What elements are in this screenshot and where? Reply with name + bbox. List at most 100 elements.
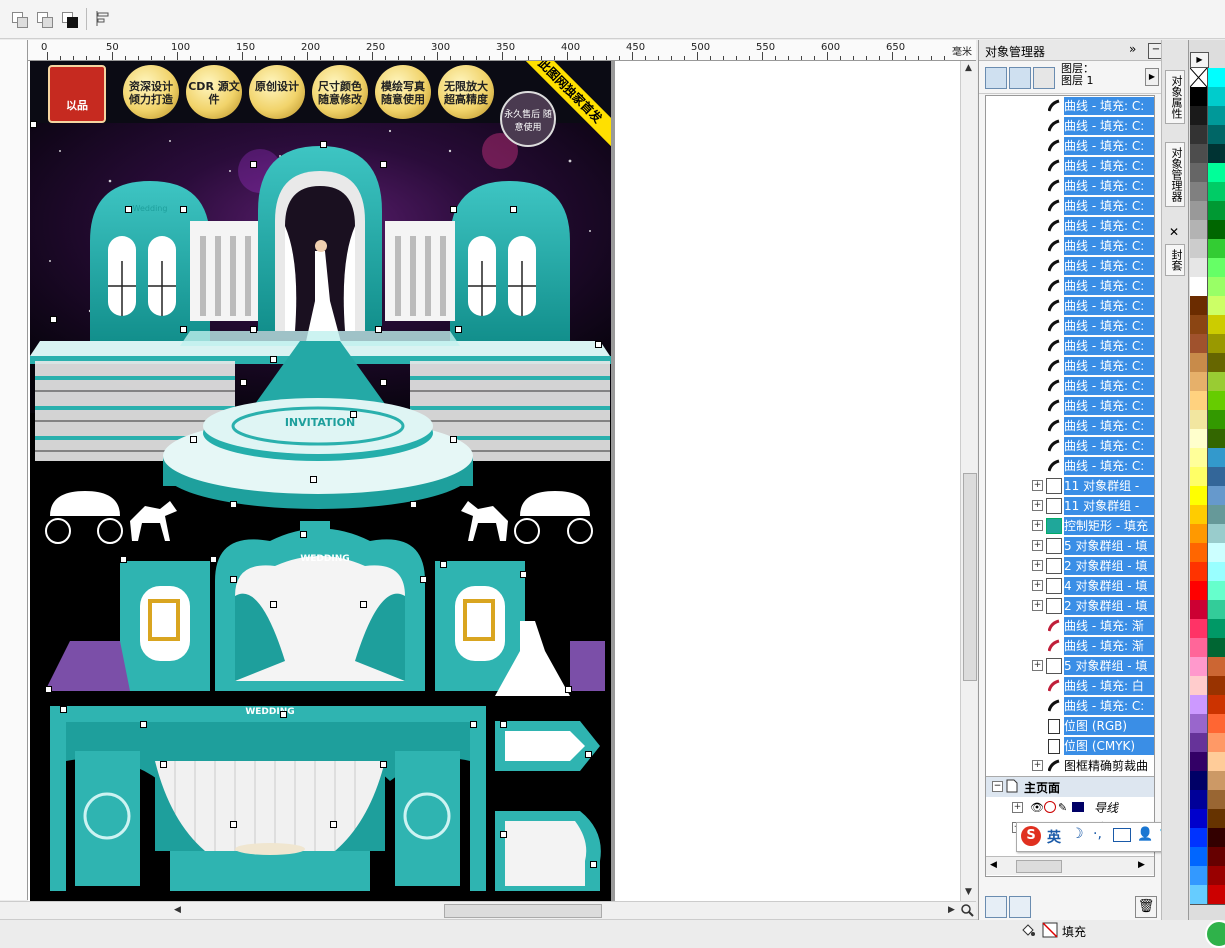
palette-swatch[interactable] [1190,239,1208,259]
palette-swatch[interactable] [1208,486,1225,506]
vertical-scroll-thumb[interactable] [963,473,977,681]
expand-icon[interactable]: + [1032,580,1043,591]
scroll-left-icon[interactable]: ◀ [990,860,997,870]
horizontal-scroll-thumb[interactable] [444,904,602,918]
object-tree-row[interactable]: 位图 (CMYK) [986,736,1154,756]
no-color-swatch-icon[interactable] [1189,67,1208,88]
selection-handle[interactable] [360,601,367,608]
palette-swatch[interactable] [1208,125,1225,145]
selection-handle[interactable] [380,379,387,386]
selection-handle[interactable] [590,861,597,868]
delete-trash-icon[interactable]: 🗑 [1135,896,1157,918]
selection-handle[interactable] [120,556,127,563]
object-tree-row[interactable]: + 控制矩形 - 填充 [986,516,1154,536]
selection-handle[interactable] [330,821,337,828]
tab-object-properties[interactable]: 对象属性 [1165,70,1185,124]
palette-swatch[interactable] [1208,562,1225,582]
selection-handle[interactable] [310,476,317,483]
combine-icon[interactable] [10,10,28,28]
edit-across-layers-icon[interactable] [1009,67,1031,89]
palette-swatch[interactable] [1208,733,1225,753]
selection-handle[interactable] [180,326,187,333]
selection-handle[interactable] [520,571,527,578]
object-tree-row[interactable]: 曲线 - 填充: C: [986,356,1154,376]
page-row[interactable]: − 主页面 [986,776,1154,797]
object-tree-row[interactable]: 曲线 - 填充: C: [986,436,1154,456]
palette-swatch[interactable] [1190,315,1208,335]
palette-swatch[interactable] [1190,87,1208,107]
selection-handle[interactable] [60,706,67,713]
selection-handle[interactable] [320,141,327,148]
scroll-right-icon[interactable]: ▶ [1138,860,1145,870]
selection-handle[interactable] [140,721,147,728]
visibility-eye-icon[interactable]: 👁 [1030,801,1044,814]
palette-swatch[interactable] [1208,315,1225,335]
object-tree-row[interactable]: 曲线 - 填充: C: [986,376,1154,396]
palette-swatch[interactable] [1208,220,1225,240]
object-tree-row[interactable]: + 图框精确剪裁曲 [986,756,1154,776]
expand-icon[interactable]: + [1032,660,1043,671]
break-apart-icon[interactable] [35,10,53,28]
selection-handle[interactable] [250,161,257,168]
expand-icon[interactable]: + [1032,560,1043,571]
palette-swatch[interactable] [1208,353,1225,373]
palette-swatch[interactable] [1208,619,1225,639]
object-tree-row[interactable]: 曲线 - 填充: C: [986,396,1154,416]
expand-icon[interactable]: + [1032,520,1043,531]
palette-swatch[interactable] [1190,562,1208,582]
palette-swatch[interactable] [1190,448,1208,468]
palette-swatch[interactable] [1208,87,1225,107]
palette-swatch[interactable] [1208,391,1225,411]
selection-handle[interactable] [380,761,387,768]
selection-handle[interactable] [455,326,462,333]
object-tree-row[interactable]: 曲线 - 填充: C: [986,96,1154,116]
palette-swatch[interactable] [1190,771,1208,791]
palette-swatch[interactable] [1190,106,1208,126]
object-tree-row[interactable]: 曲线 - 填充: 渐 [986,616,1154,636]
object-tree-row[interactable]: +5 对象群组 - 填 [986,656,1154,676]
palette-swatch[interactable] [1208,676,1225,696]
selection-handle[interactable] [420,576,427,583]
tab-envelope[interactable]: 封套 [1165,244,1185,276]
expand-icon[interactable]: + [1032,480,1043,491]
object-tree-row[interactable]: +11 对象群组 - [986,476,1154,496]
half-width-moon-icon[interactable]: ☽ [1071,826,1084,842]
object-tree-row[interactable]: +11 对象群组 - [986,496,1154,516]
selection-handle[interactable] [510,206,517,213]
object-tree[interactable]: 曲线 - 填充: C: 曲线 - 填充: C: 曲线 - 填充: C: 曲线 - 填充… [985,95,1155,877]
palette-swatch[interactable] [1208,790,1225,810]
palette-swatch[interactable] [1190,410,1208,430]
object-tree-row[interactable]: 曲线 - 填充: C: [986,216,1154,236]
new-layer-icon[interactable] [985,896,1007,918]
palette-swatch[interactable] [1208,752,1225,772]
layer-color-swatch[interactable] [1072,802,1084,812]
object-tree-row[interactable]: +4 对象群组 - 填 [986,576,1154,596]
selection-handle[interactable] [190,436,197,443]
scroll-down-icon[interactable]: ▼ [965,887,972,897]
palette-swatch[interactable] [1190,296,1208,316]
palette-swatch[interactable] [1190,866,1208,886]
soft-keyboard-icon[interactable] [1113,828,1131,842]
zoom-navigator-icon[interactable] [960,903,974,917]
tab-object-manager[interactable]: 对象管理器 [1165,142,1185,207]
docker-collapse-icon[interactable]: » [1129,42,1136,56]
palette-swatch[interactable] [1190,752,1208,772]
palette-swatch[interactable] [1190,847,1208,867]
selection-handle[interactable] [450,206,457,213]
palette-swatch[interactable] [1190,334,1208,354]
palette-swatch[interactable] [1208,429,1225,449]
lock-pencil-icon[interactable]: ✎ [1058,801,1067,814]
palette-swatch[interactable] [1190,543,1208,563]
selection-handle[interactable] [500,721,507,728]
selection-handle[interactable] [180,206,187,213]
palette-swatch[interactable] [1208,239,1225,259]
palette-scroll-icon[interactable]: ▶ [1190,52,1209,68]
ime-language-toggle[interactable]: 英 [1047,827,1061,847]
palette-swatch[interactable] [1208,448,1225,468]
object-tree-row[interactable]: 位图 (RGB) [986,716,1154,736]
object-tree-row[interactable]: 曲线 - 填充: C: [986,336,1154,356]
expand-icon[interactable]: + [1032,600,1043,611]
object-tree-row[interactable]: 曲线 - 填充: C: [986,456,1154,476]
selection-handle[interactable] [440,561,447,568]
docker-menu-arrow-icon[interactable]: ▶ [1145,68,1159,86]
